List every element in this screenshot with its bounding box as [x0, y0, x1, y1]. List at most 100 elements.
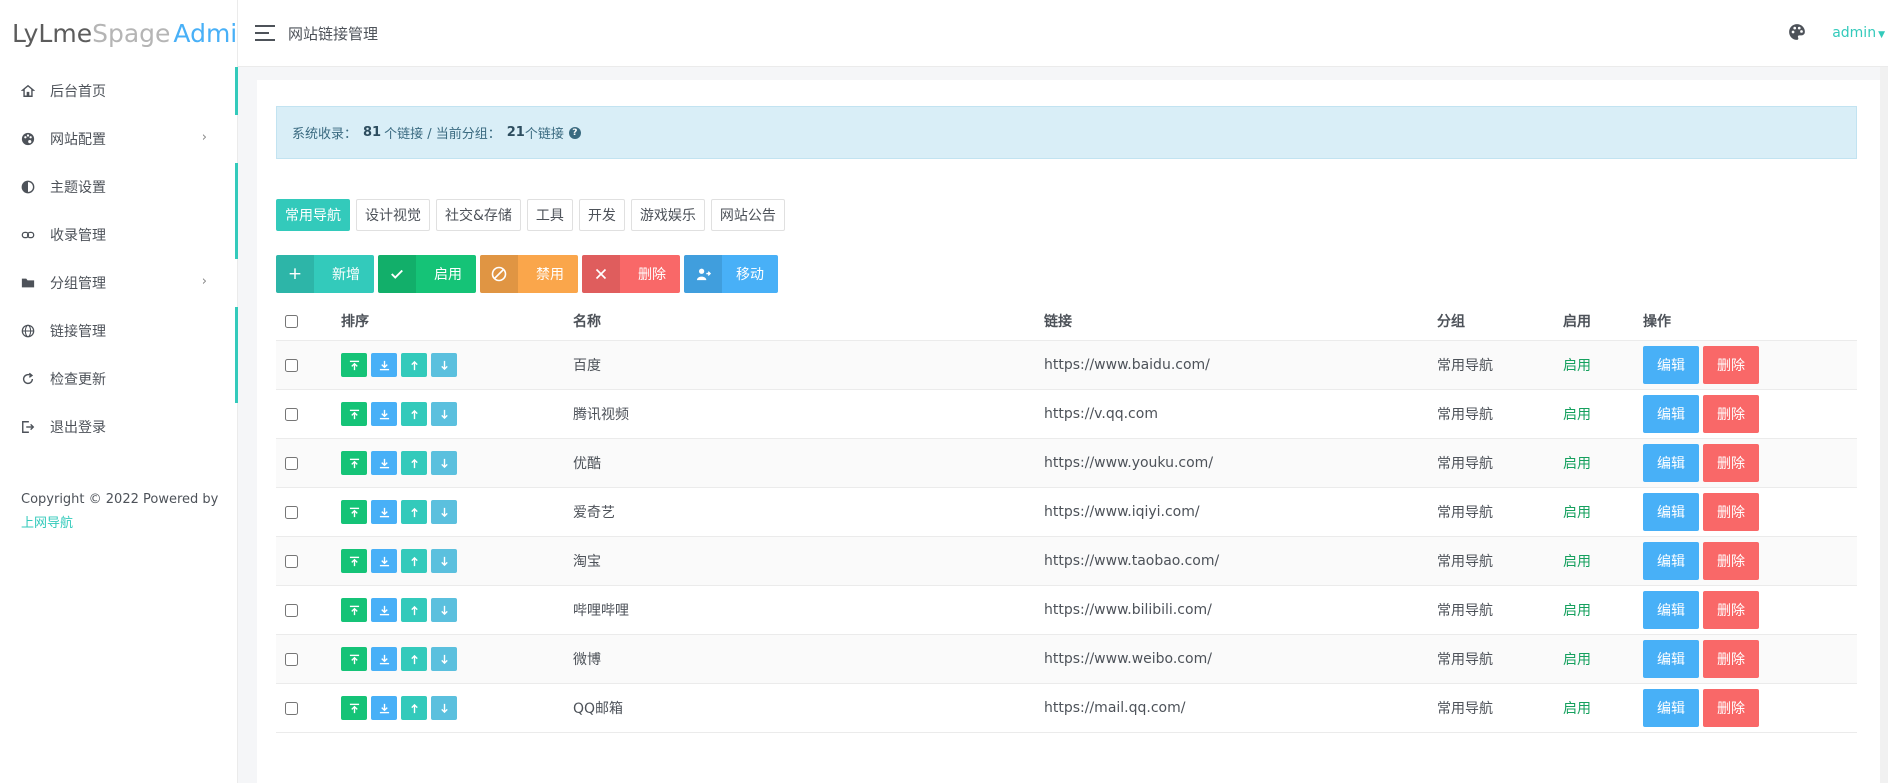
table-row: 腾讯视频 https://v.qq.com 常用导航 启用 编辑 删除 [276, 390, 1857, 439]
move-up-icon[interactable] [401, 647, 427, 671]
link-status: 启用 [1563, 456, 1591, 472]
delete-button[interactable]: 删除 [1703, 591, 1759, 629]
page-scrollbar[interactable] [1880, 67, 1888, 783]
row-checkbox[interactable] [285, 554, 298, 568]
help-icon[interactable]: ? [568, 126, 581, 139]
menu-toggle-icon[interactable] [255, 25, 275, 41]
tab-games[interactable]: 游戏娱乐 [630, 199, 705, 231]
edit-button[interactable]: 编辑 [1643, 689, 1699, 727]
move-down-icon[interactable] [431, 402, 457, 426]
move-down-icon[interactable] [431, 647, 457, 671]
move-to-top-icon[interactable] [341, 696, 367, 720]
tab-design[interactable]: 设计视觉 [356, 199, 430, 231]
edit-button[interactable]: 编辑 [1643, 493, 1699, 531]
move-up-icon[interactable] [401, 598, 427, 622]
sidebar-item-label: 网站配置 [50, 132, 106, 148]
move-to-bottom-icon[interactable] [371, 549, 397, 573]
delete-button[interactable]: 删除 [1703, 395, 1759, 433]
edit-button[interactable]: 编辑 [1643, 444, 1699, 482]
row-checkbox[interactable] [285, 652, 298, 666]
delete-button[interactable]: 删除 [1703, 689, 1759, 727]
sidebar-item-site-config[interactable]: 网站配置 › [0, 115, 237, 163]
add-label: 新增 [332, 267, 360, 283]
delete-button[interactable]: 删除 [1703, 493, 1759, 531]
move-to-top-icon[interactable] [341, 549, 367, 573]
sidebar-item-logout[interactable]: 退出登录 [0, 403, 237, 451]
chevron-right-icon: › [201, 130, 207, 145]
move-down-icon[interactable] [431, 451, 457, 475]
move-up-icon[interactable] [401, 696, 427, 720]
disable-label: 禁用 [536, 267, 564, 283]
move-to-top-icon[interactable] [341, 353, 367, 377]
move-to-bottom-icon[interactable] [371, 353, 397, 377]
disable-button[interactable]: 禁用 [480, 255, 578, 293]
tab-tools[interactable]: 工具 [526, 199, 573, 231]
delete-button[interactable]: 删除 [1703, 346, 1759, 384]
move-to-bottom-icon[interactable] [371, 451, 397, 475]
edit-button[interactable]: 编辑 [1643, 395, 1699, 433]
sidebar-item-theme[interactable]: 主题设置 [0, 163, 238, 211]
sidebar-item-dashboard[interactable]: 后台首页 [0, 67, 238, 115]
user-menu[interactable]: admin ▼ [1832, 25, 1885, 41]
app-logo[interactable]: LyLme Spage Admin [0, 0, 253, 67]
sidebar-item-links[interactable]: 链接管理 [0, 307, 238, 355]
move-to-bottom-icon[interactable] [371, 598, 397, 622]
move-to-bottom-icon[interactable] [371, 696, 397, 720]
logout-icon [20, 419, 36, 435]
move-to-top-icon[interactable] [341, 402, 367, 426]
move-to-bottom-icon[interactable] [371, 402, 397, 426]
edit-button[interactable]: 编辑 [1643, 346, 1699, 384]
sort-controls [341, 696, 573, 720]
sidebar-item-submissions[interactable]: 收录管理 [0, 211, 238, 259]
move-up-icon[interactable] [401, 353, 427, 377]
alert-suffix: 个链接 [524, 127, 564, 142]
add-button[interactable]: + 新增 [276, 255, 374, 293]
row-checkbox[interactable] [285, 701, 298, 715]
delete-selected-button[interactable]: 删除 [582, 255, 680, 293]
select-all-checkbox[interactable] [285, 314, 298, 328]
move-to-top-icon[interactable] [341, 598, 367, 622]
tab-common-nav[interactable]: 常用导航 [276, 199, 350, 231]
sidebar-item-groups[interactable]: 分组管理 › [0, 259, 237, 307]
move-to-top-icon[interactable] [341, 500, 367, 524]
theme-palette-icon[interactable] [1788, 23, 1808, 43]
row-checkbox[interactable] [285, 505, 298, 519]
move-down-icon[interactable] [431, 500, 457, 524]
row-checkbox[interactable] [285, 603, 298, 617]
move-button[interactable]: 移动 [684, 255, 778, 293]
tab-social-storage[interactable]: 社交&存储 [436, 199, 521, 231]
sidebar-nav: 后台首页 网站配置 › 主题设置 收录管理 分组管理 › 链接管理 检查更新 退… [0, 67, 238, 451]
table-row: 微博 https://www.weibo.com/常用导航 启用 编辑 删除 [276, 635, 1857, 684]
enable-button[interactable]: 启用 [378, 255, 476, 293]
delete-label: 删除 [638, 267, 666, 283]
delete-button[interactable]: 删除 [1703, 444, 1759, 482]
delete-button[interactable]: 删除 [1703, 640, 1759, 678]
move-down-icon[interactable] [431, 696, 457, 720]
move-down-icon[interactable] [431, 549, 457, 573]
copyright-link[interactable]: 上网导航 [21, 516, 73, 531]
sidebar-item-check-update[interactable]: 检查更新 [0, 355, 238, 403]
move-down-icon[interactable] [431, 353, 457, 377]
edit-button[interactable]: 编辑 [1643, 640, 1699, 678]
move-to-top-icon[interactable] [341, 647, 367, 671]
move-up-icon[interactable] [401, 402, 427, 426]
row-checkbox[interactable] [285, 358, 298, 372]
move-up-icon[interactable] [401, 500, 427, 524]
move-up-icon[interactable] [401, 451, 427, 475]
move-to-bottom-icon[interactable] [371, 647, 397, 671]
delete-button[interactable]: 删除 [1703, 542, 1759, 580]
move-down-icon[interactable] [431, 598, 457, 622]
tab-dev[interactable]: 开发 [578, 199, 625, 231]
main-card: 系统收录： 81 个链接 / 当前分组： 21 个链接 ? 常用导航 设计视觉 … [257, 80, 1888, 783]
tab-announcements[interactable]: 网站公告 [710, 199, 785, 231]
row-checkbox[interactable] [285, 456, 298, 470]
move-to-top-icon[interactable] [341, 451, 367, 475]
edit-button[interactable]: 编辑 [1643, 542, 1699, 580]
edit-button[interactable]: 编辑 [1643, 591, 1699, 629]
move-to-bottom-icon[interactable] [371, 500, 397, 524]
move-up-icon[interactable] [401, 549, 427, 573]
header-sort: 排序 [341, 314, 369, 330]
caret-down-icon: ▼ [1878, 30, 1885, 40]
row-checkbox[interactable] [285, 407, 298, 421]
sidebar-item-label: 主题设置 [50, 180, 106, 196]
